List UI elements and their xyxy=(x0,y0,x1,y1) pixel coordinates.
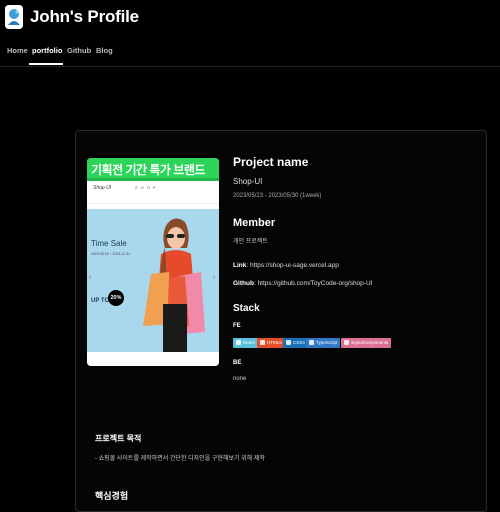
badge-css3: CSS3 xyxy=(283,338,308,348)
project-name: Shop-UI xyxy=(233,177,263,186)
badge-typescript: TypeScript xyxy=(306,338,341,348)
project-preview-image[interactable]: 기획전 기간 특가 브랜드 Shop UI S H O P Time Sale … xyxy=(87,158,219,366)
nav-portfolio[interactable]: portfolio xyxy=(32,46,62,55)
badge-html5: HTML5 xyxy=(257,338,285,348)
purpose-text: - 쇼핑몰 사이트를 제작하면서 간단한 디자인을 구현해보기 위해 제작 xyxy=(95,456,265,462)
preview-shop-logo: Shop UI xyxy=(93,185,112,191)
preview-hero-title: Time Sale xyxy=(91,239,127,248)
nav-github[interactable]: Github xyxy=(67,46,91,55)
github-row: Github: https://github.com/ToyCode-org/s… xyxy=(233,280,372,287)
badge-styled-components: styledComponents xyxy=(341,338,392,348)
project-name-heading: Project name xyxy=(233,155,309,169)
project-period: 2023/05/23 - 2023/05/30 (1week) xyxy=(233,193,322,199)
preview-hero: Time Sale 2023.05.15 ~ 2023.12.31 UP TO … xyxy=(87,209,219,352)
html5-icon xyxy=(260,340,265,345)
preview-discount-percent: 20% xyxy=(110,295,122,301)
site-title: John's Profile xyxy=(30,7,139,26)
styled-components-icon xyxy=(344,340,349,345)
be-label: BE xyxy=(233,360,242,366)
model-figure-icon xyxy=(143,218,205,352)
preview-shop-nav: S H O P xyxy=(135,185,157,190)
profile-logo-icon[interactable] xyxy=(5,5,23,29)
github-label: Github xyxy=(233,280,254,287)
link-label: Link xyxy=(233,262,247,269)
preview-banner-text: 기획전 기간 특가 브랜드 xyxy=(91,163,205,177)
member-value: 개인 프로젝트 xyxy=(233,239,268,245)
preview-banner: 기획전 기간 특가 브랜드 xyxy=(87,158,219,178)
preview-hero-date: 2023.05.15 ~ 2023.12.31 xyxy=(91,252,131,256)
member-heading: Member xyxy=(233,217,276,229)
active-tab-indicator xyxy=(29,63,63,65)
stack-heading: Stack xyxy=(233,303,260,314)
preview-bottom xyxy=(87,352,219,366)
app-header: John's Profile Home portfolio Github Blo… xyxy=(0,0,500,67)
core-experience-heading: 핵심경험 xyxy=(95,491,129,501)
typescript-icon xyxy=(309,340,314,345)
link-row: Link: https://shop-ui-sage.vercel.app xyxy=(233,262,339,269)
preview-shop-header: Shop UI S H O P xyxy=(87,181,219,203)
nav-home[interactable]: Home xyxy=(7,46,28,55)
nav-blog[interactable]: Blog xyxy=(96,46,113,55)
react-icon xyxy=(236,340,241,345)
purpose-heading: 프로젝트 목적 xyxy=(95,434,142,443)
be-value: none xyxy=(233,376,247,382)
github-url[interactable]: : https://github.com/ToyCode-org/shop-UI xyxy=(254,280,373,287)
css3-icon xyxy=(286,340,291,345)
fe-label: FE xyxy=(233,323,241,329)
carousel-prev-arrow[interactable]: ‹ xyxy=(89,274,91,281)
badge-react: React xyxy=(233,338,258,348)
preview-hero-upto: UP TO xyxy=(91,298,110,304)
link-url[interactable]: : https://shop-ui-sage.vercel.app xyxy=(246,262,339,269)
carousel-next-arrow[interactable]: › xyxy=(213,274,215,281)
